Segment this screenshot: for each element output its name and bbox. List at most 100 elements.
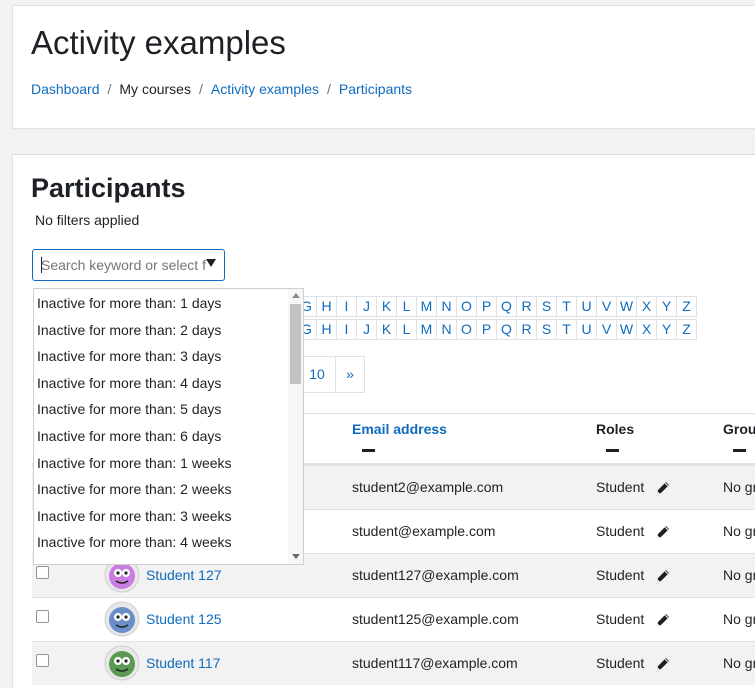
filter-option[interactable]: Inactive for more than: 1 weeks [37,455,232,471]
breadcrumb-item: My courses [119,81,191,97]
participant-group: No gr [723,567,755,583]
filter-option[interactable]: Inactive for more than: 1 days [37,295,221,311]
filter-option[interactable]: Inactive for more than: 5 weeks [37,561,232,564]
initial-filter-i[interactable]: I [336,319,357,340]
initial-filter-l[interactable]: L [396,319,417,340]
initial-filter-s[interactable]: S [536,319,557,340]
breadcrumb-separator: / [327,81,331,97]
initial-filter-v[interactable]: V [596,319,617,340]
breadcrumb-separator: / [107,81,112,97]
participant-email: student2@example.com [352,479,504,495]
participant-email: student117@example.com [352,655,518,671]
filter-option[interactable]: Inactive for more than: 6 days [37,428,221,444]
participant-name-link[interactable]: Student 125 [146,611,222,627]
initial-filter-o[interactable]: O [456,319,477,340]
groups-column-header: Grou [723,421,755,452]
initial-filter-k[interactable]: K [376,319,397,340]
filter-option[interactable]: Inactive for more than: 3 days [37,348,221,364]
filter-option[interactable]: Inactive for more than: 2 weeks [37,481,232,497]
filter-options-dropdown[interactable]: Inactive for more than: 5 weeks Inactive … [33,288,304,565]
initial-filter-o[interactable]: O [456,296,477,317]
filter-option[interactable]: Inactive for more than: 5 days [37,401,221,417]
initial-filter-v[interactable]: V [596,296,617,317]
initial-filter-x[interactable]: X [636,296,657,317]
participant-group: No gr [723,479,755,495]
collapse-column-icon[interactable] [362,449,375,452]
collapse-column-icon[interactable] [606,449,619,452]
initial-filter-j[interactable]: J [356,319,377,340]
initial-filter-t[interactable]: T [556,319,577,340]
initial-filter-u[interactable]: U [576,296,597,317]
initial-filter-s[interactable]: S [536,296,557,317]
participant-group: No gr [723,611,755,627]
pagination: 10» [298,356,365,393]
breadcrumb-item[interactable]: Activity examples [211,81,319,97]
edit-role-icon[interactable] [655,656,671,672]
initial-filter-x[interactable]: X [636,319,657,340]
dropdown-arrow-icon[interactable] [206,259,216,267]
initial-filter-p[interactable]: P [476,319,497,340]
participant-group: No gr [723,523,755,539]
edit-role-icon[interactable] [655,524,671,540]
participant-role: Student [596,655,645,671]
participant-name-link[interactable]: Student 117 [146,655,220,671]
initial-filter-p[interactable]: P [476,296,497,317]
initial-filter-y[interactable]: Y [656,296,677,317]
filter-search-box[interactable] [32,249,225,281]
next-page-button[interactable]: » [335,356,365,393]
initial-filter-h[interactable]: H [316,319,337,340]
edit-role-icon[interactable] [655,568,671,584]
initial-filter-n[interactable]: N [436,296,457,317]
scrollbar-thumb[interactable] [290,304,301,384]
breadcrumb-item[interactable]: Dashboard [31,81,100,97]
breadcrumb-item[interactable]: Participants [339,81,412,97]
filter-option[interactable]: Inactive for more than: 4 weeks [37,534,232,550]
scroll-down-icon[interactable] [292,554,300,559]
avatar[interactable] [104,645,140,681]
initial-filter-w[interactable]: W [616,296,637,317]
avatar[interactable] [104,601,140,637]
page-title: Activity examples [31,24,286,61]
filter-search-input[interactable] [41,256,206,274]
initial-filter-k[interactable]: K [376,296,397,317]
initial-filter-m[interactable]: M [416,296,437,317]
select-row-checkbox[interactable] [36,654,49,667]
scroll-up-icon[interactable] [292,293,300,298]
select-row-checkbox[interactable] [36,566,49,579]
initial-filter-m[interactable]: M [416,319,437,340]
collapse-column-icon[interactable] [733,449,746,452]
edit-role-icon[interactable] [655,480,671,496]
initial-filter-q[interactable]: Q [496,319,517,340]
select-row-checkbox[interactable] [36,610,49,623]
initial-filter-r[interactable]: R [516,319,537,340]
filter-option[interactable]: Inactive for more than: 2 days [37,322,221,338]
initial-filter-y[interactable]: Y [656,319,677,340]
first-name-initials: GHIJKLMNOPQRSTUVWXYZ [296,296,697,317]
email-column-header[interactable]: Email address [352,421,447,452]
groups-header-label: Grou [723,421,755,437]
participant-name-link[interactable]: Student 127 [146,567,222,583]
initial-filter-r[interactable]: R [516,296,537,317]
participant-group: No gr [723,655,755,671]
initial-filter-h[interactable]: H [316,296,337,317]
initial-filter-n[interactable]: N [436,319,457,340]
initial-filter-u[interactable]: U [576,319,597,340]
initial-filter-z[interactable]: Z [676,319,697,340]
initial-filter-q[interactable]: Q [496,296,517,317]
participant-role: Student [596,523,645,539]
breadcrumb-separator: / [198,81,203,97]
filter-option[interactable]: Inactive for more than: 4 days [37,375,221,391]
email-sort-link[interactable]: Email address [352,421,447,437]
initial-filter-w[interactable]: W [616,319,637,340]
dropdown-scrollbar[interactable] [288,289,303,564]
initial-filter-i[interactable]: I [336,296,357,317]
initial-filter-t[interactable]: T [556,296,577,317]
initial-filter-z[interactable]: Z [676,296,697,317]
last-name-initials: GHIJKLMNOPQRSTUVWXYZ [296,319,697,340]
initial-filter-l[interactable]: L [396,296,417,317]
initial-filter-j[interactable]: J [356,296,377,317]
participant-email: student127@example.com [352,567,519,583]
edit-role-icon[interactable] [655,612,671,628]
filter-option[interactable]: Inactive for more than: 3 weeks [37,508,232,524]
table-row: Student 117 student117@example.com Student… [32,641,755,685]
